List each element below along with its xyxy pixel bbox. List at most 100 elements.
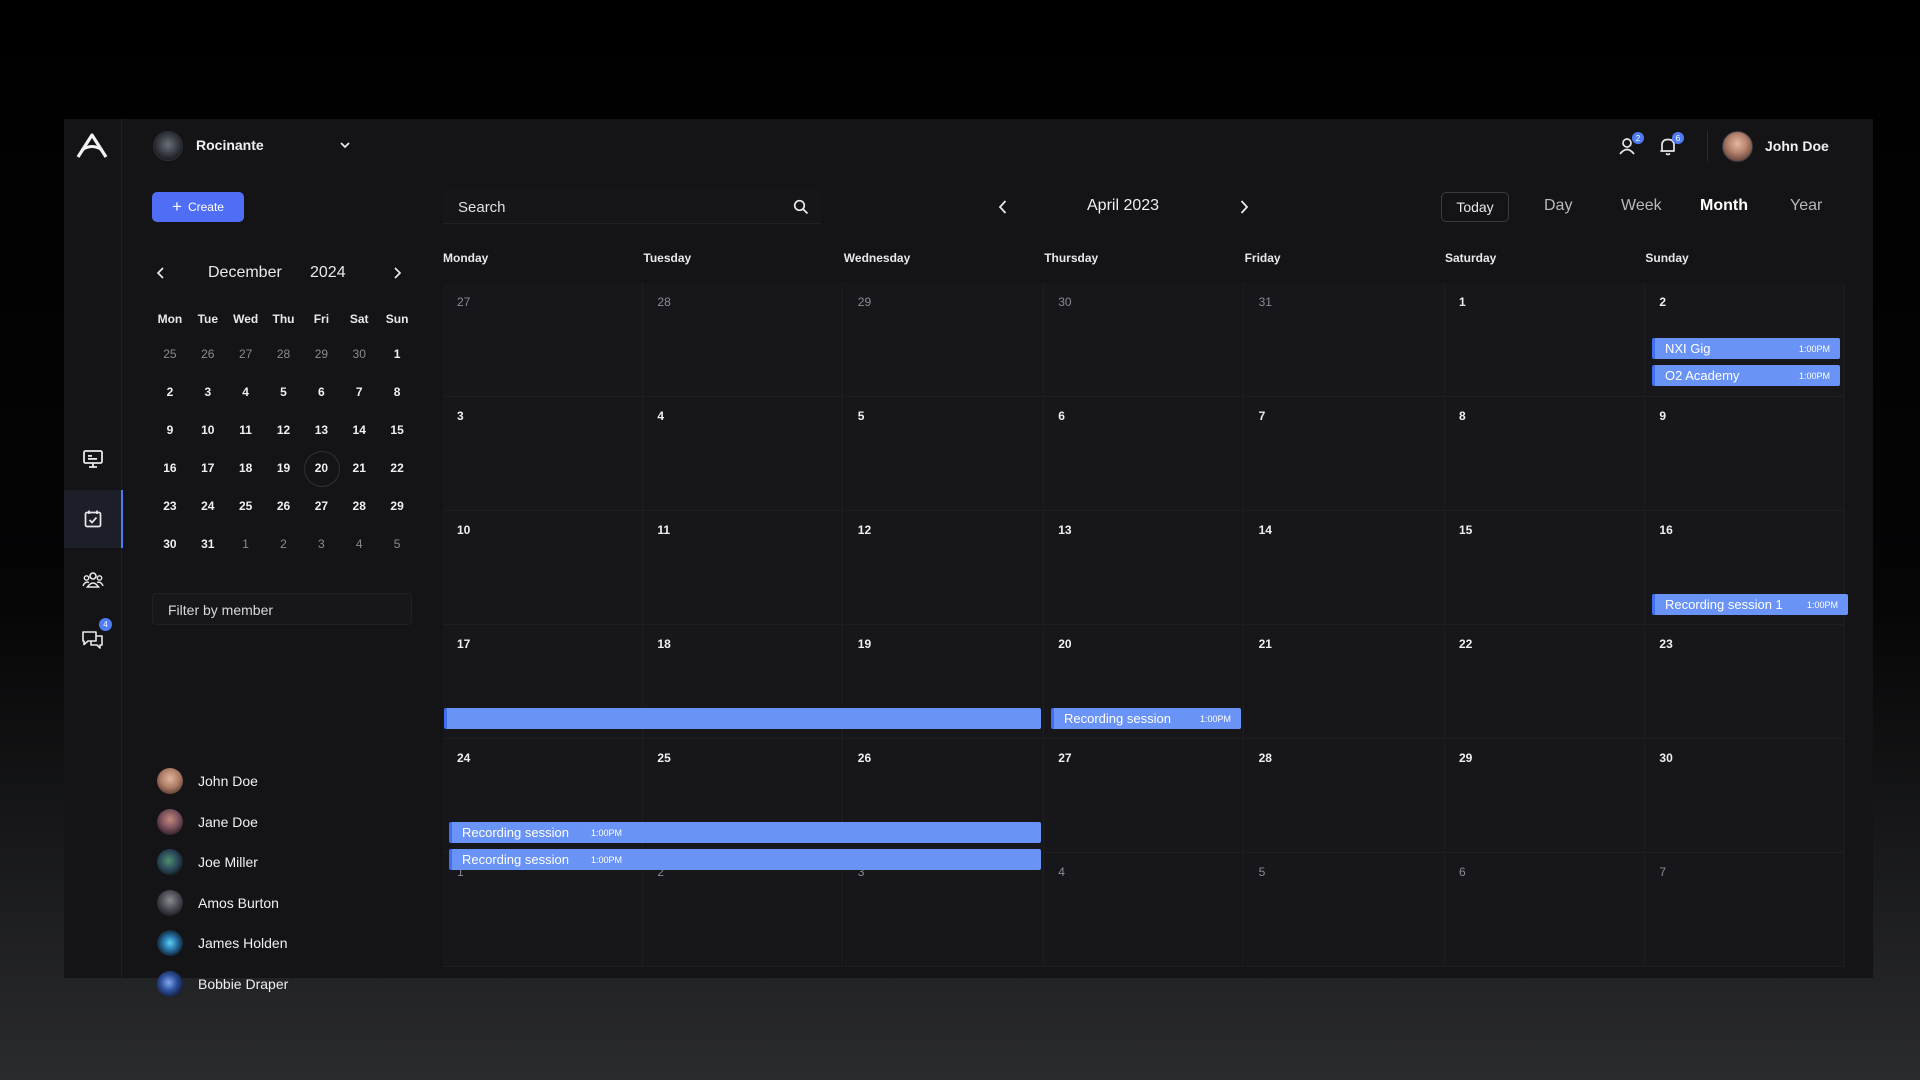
- mini-day[interactable]: 1: [378, 347, 416, 361]
- create-button[interactable]: + Create: [152, 192, 244, 222]
- calendar-event[interactable]: Recording session 1:00PM: [449, 822, 1041, 843]
- day-cell[interactable]: 27: [1044, 739, 1245, 853]
- mini-day[interactable]: 9: [151, 423, 189, 437]
- mini-day[interactable]: 6: [302, 385, 340, 399]
- user-avatar[interactable]: [1722, 131, 1753, 162]
- view-year[interactable]: Year: [1790, 197, 1822, 215]
- mini-day[interactable]: 28: [340, 499, 378, 513]
- search-icon[interactable]: [793, 199, 809, 215]
- user-name[interactable]: John Doe: [1765, 138, 1829, 154]
- mini-day[interactable]: 31: [189, 537, 227, 551]
- day-cell[interactable]: 7: [1244, 397, 1445, 511]
- mini-day[interactable]: 19: [265, 461, 303, 475]
- mini-day[interactable]: 3: [302, 537, 340, 551]
- filter-by-member-input[interactable]: Filter by member: [152, 593, 412, 625]
- day-cell[interactable]: 4: [643, 397, 844, 511]
- search-input[interactable]: [443, 190, 773, 224]
- member-item[interactable]: Joe Miller: [157, 848, 258, 876]
- calendar-event[interactable]: Recording session 1:00PM: [449, 849, 1041, 870]
- mini-day[interactable]: 4: [227, 385, 265, 399]
- mini-day[interactable]: 29: [302, 347, 340, 361]
- mini-day[interactable]: 10: [189, 423, 227, 437]
- day-cell[interactable]: 30: [1044, 283, 1245, 397]
- mini-day[interactable]: 5: [265, 385, 303, 399]
- mini-day[interactable]: 4: [340, 537, 378, 551]
- member-item[interactable]: Amos Burton: [157, 889, 279, 917]
- mini-day[interactable]: 24: [189, 499, 227, 513]
- day-cell[interactable]: 10: [443, 511, 643, 625]
- day-cell[interactable]: 6: [1445, 853, 1645, 967]
- view-week[interactable]: Week: [1621, 197, 1662, 215]
- view-day[interactable]: Day: [1544, 197, 1572, 215]
- chevron-left-icon[interactable]: [152, 264, 170, 282]
- mini-day[interactable]: 23: [151, 499, 189, 513]
- day-cell[interactable]: 7: [1645, 853, 1846, 967]
- day-cell[interactable]: 15: [1445, 511, 1645, 625]
- today-button[interactable]: Today: [1441, 192, 1509, 222]
- mini-day[interactable]: 8: [378, 385, 416, 399]
- mini-day[interactable]: 7: [340, 385, 378, 399]
- mini-day[interactable]: 13: [302, 423, 340, 437]
- mini-day[interactable]: 25: [151, 347, 189, 361]
- day-cell[interactable]: 28: [643, 283, 844, 397]
- mini-day[interactable]: 2: [265, 537, 303, 551]
- mini-day[interactable]: 29: [378, 499, 416, 513]
- day-cell[interactable]: 4: [1044, 853, 1245, 967]
- member-item[interactable]: James Holden: [157, 929, 288, 957]
- mini-day[interactable]: 27: [227, 347, 265, 361]
- mini-day[interactable]: 16: [151, 461, 189, 475]
- day-cell[interactable]: 11: [643, 511, 844, 625]
- mini-day[interactable]: 30: [340, 347, 378, 361]
- mini-day[interactable]: 5: [378, 537, 416, 551]
- mini-day[interactable]: 25: [227, 499, 265, 513]
- day-cell[interactable]: 21: [1244, 625, 1445, 739]
- mini-day[interactable]: 27: [302, 499, 340, 513]
- calendar-event[interactable]: Recording session 1 1:00PM: [1652, 594, 1848, 615]
- day-cell[interactable]: 29: [1445, 739, 1645, 853]
- mini-day[interactable]: 2: [151, 385, 189, 399]
- view-month[interactable]: Month: [1700, 197, 1748, 215]
- chevron-right-icon[interactable]: [388, 264, 406, 282]
- app-logo-icon[interactable]: [74, 131, 110, 161]
- day-cell[interactable]: 29: [843, 283, 1044, 397]
- mini-day[interactable]: 26: [189, 347, 227, 361]
- calendar-event[interactable]: NXI Gig 1:00PM: [1652, 338, 1840, 359]
- nav-calendar[interactable]: [64, 490, 123, 548]
- prev-month-icon[interactable]: [993, 197, 1013, 217]
- day-cell[interactable]: 28: [1244, 739, 1445, 853]
- mini-day[interactable]: 22: [378, 461, 416, 475]
- mini-day[interactable]: 12: [265, 423, 303, 437]
- mini-day[interactable]: 11: [227, 423, 265, 437]
- day-cell[interactable]: 12: [843, 511, 1044, 625]
- day-cell[interactable]: 2: [643, 853, 844, 967]
- calendar-event[interactable]: O2 Academy 1:00PM: [1652, 365, 1840, 386]
- day-cell[interactable]: 22: [1445, 625, 1645, 739]
- mini-day[interactable]: 18: [227, 461, 265, 475]
- mini-calendar-year[interactable]: 2024: [310, 264, 346, 282]
- day-cell[interactable]: 8: [1445, 397, 1645, 511]
- workspace-name[interactable]: Rocinante: [196, 137, 264, 153]
- day-cell[interactable]: 13: [1044, 511, 1245, 625]
- mini-day[interactable]: 14: [340, 423, 378, 437]
- calendar-event[interactable]: [444, 708, 1041, 729]
- nav-dashboard[interactable]: [64, 430, 122, 488]
- mini-calendar-month[interactable]: December: [208, 264, 282, 282]
- mini-day[interactable]: 3: [189, 385, 227, 399]
- day-cell[interactable]: 5: [1244, 853, 1445, 967]
- mini-day[interactable]: 21: [340, 461, 378, 475]
- mini-day[interactable]: 20: [302, 451, 341, 487]
- day-cell[interactable]: 14: [1244, 511, 1445, 625]
- member-item[interactable]: Jane Doe: [157, 808, 258, 836]
- mini-day[interactable]: 17: [189, 461, 227, 475]
- mini-day[interactable]: 1: [227, 537, 265, 551]
- day-cell[interactable]: 3: [443, 397, 643, 511]
- day-cell[interactable]: 31: [1244, 283, 1445, 397]
- day-cell[interactable]: 1: [1445, 283, 1645, 397]
- next-month-icon[interactable]: [1234, 197, 1254, 217]
- day-cell[interactable]: 3: [843, 853, 1044, 967]
- day-cell[interactable]: 6: [1044, 397, 1245, 511]
- day-cell[interactable]: 5: [843, 397, 1044, 511]
- member-item[interactable]: Bobbie Draper: [157, 970, 288, 998]
- day-cell[interactable]: 30: [1645, 739, 1846, 853]
- day-cell[interactable]: 27: [443, 283, 643, 397]
